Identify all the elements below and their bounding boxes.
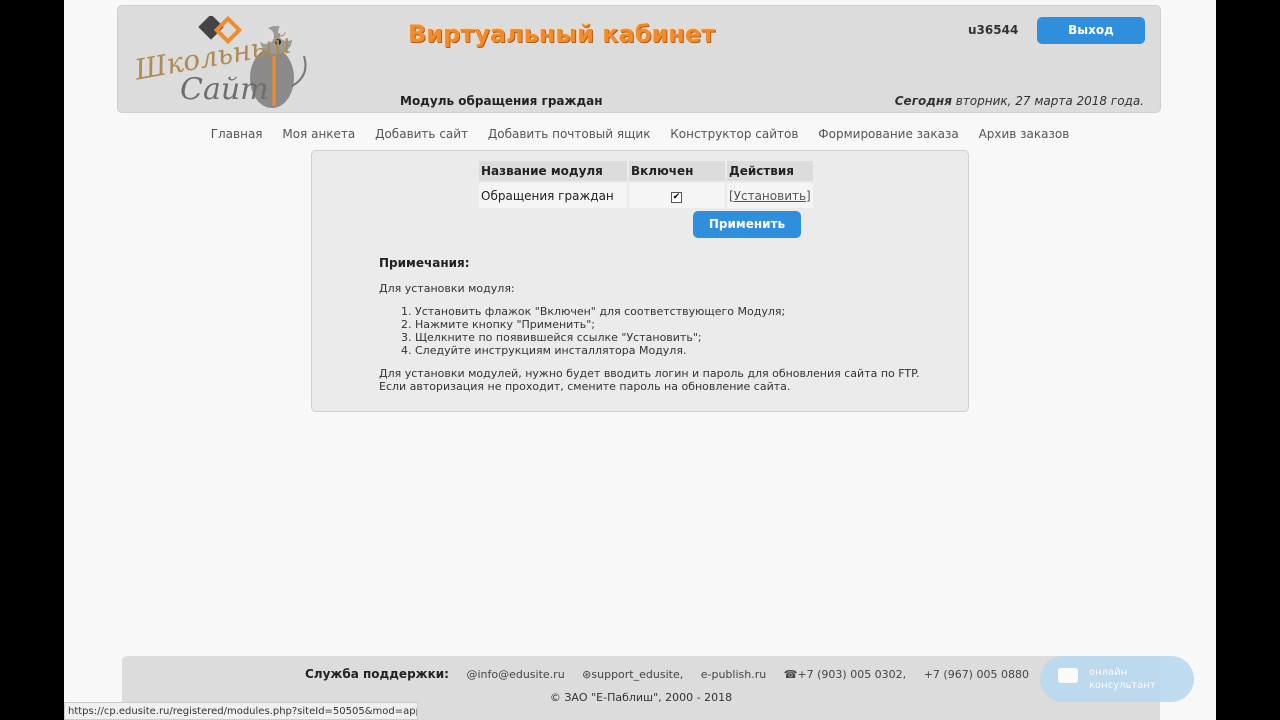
apply-button[interactable]: Применить <box>693 211 801 238</box>
modules-table: Название модуля Включен Действия Обращен… <box>477 159 815 210</box>
list-item: Следуйте инструкциям инсталлятора Модуля… <box>415 344 959 357</box>
notes-outro: Для установки модулей, нужно будет вводи… <box>379 367 959 393</box>
action-cell: [Установить] <box>727 183 813 208</box>
phone-1: ☎+7 (903) 005 0302, <box>784 668 906 681</box>
main-nav: Главная Моя анкета Добавить сайт Добавит… <box>64 127 1216 141</box>
email-text: info@edusite.ru <box>477 668 565 681</box>
skype-link[interactable]: ⊛support_edusite, <box>582 668 683 681</box>
notes-intro: Для установки модуля: <box>379 282 515 295</box>
nav-add-mailbox[interactable]: Добавить почтовый ящик <box>488 127 651 141</box>
current-date: Сегодня вторник, 27 марта 2018 года. <box>895 94 1144 108</box>
list-item: Нажмите кнопку "Применить"; <box>415 318 959 331</box>
notes-section: Примечания: Для установки модуля: Устано… <box>379 256 959 403</box>
browser-status-bar: https://cp.edusite.ru/registered/modules… <box>64 702 418 720</box>
page-title: Виртуальный кабинет <box>408 20 716 48</box>
nav-add-site[interactable]: Добавить сайт <box>375 127 468 141</box>
chat-bubble-icon <box>1058 668 1078 683</box>
list-item: Щелкните по появившейся ссылке "Установи… <box>415 331 959 344</box>
support-label: Служба поддержки: <box>305 667 449 681</box>
logo-text-line2: Сайт <box>180 72 269 107</box>
user-id: u36544 <box>968 23 1019 37</box>
notes-outro-line1: Для установки модулей, нужно будет вводи… <box>379 367 920 380</box>
nav-home[interactable]: Главная <box>211 127 263 141</box>
header: Школьный Сайт Виртуальный кабинет Модуль… <box>117 5 1161 113</box>
notes-outro-line2: Если авторизация не проходит, смените па… <box>379 380 791 393</box>
site-link[interactable]: e-publish.ru <box>701 668 766 681</box>
install-link[interactable]: [Установить] <box>729 189 811 203</box>
col-actions: Действия <box>727 161 813 181</box>
date-text: вторник, 27 марта 2018 года. <box>951 94 1144 108</box>
chat-label-line1: онлайн <box>1089 667 1128 678</box>
logout-button[interactable]: Выход <box>1037 17 1145 44</box>
col-enabled: Включен <box>629 161 725 181</box>
table-header-row: Название модуля Включен Действия <box>479 161 813 181</box>
table-row: Обращения граждан ✔ [Установить] <box>479 183 813 208</box>
nav-order-archive[interactable]: Архив заказов <box>979 127 1070 141</box>
skype-text: support_edusite, <box>591 668 684 681</box>
enabled-cell: ✔ <box>629 183 725 208</box>
notes-heading: Примечания: <box>379 256 470 270</box>
enabled-checkbox[interactable]: ✔ <box>671 192 682 203</box>
chat-label: онлайн консультант <box>1089 666 1156 692</box>
email-link[interactable]: @info@edusite.ru <box>466 668 564 681</box>
module-name-cell: Обращения граждан <box>479 183 627 208</box>
notes-steps: Установить флажок "Включен" для соответс… <box>379 305 959 357</box>
modules-panel: Название модуля Включен Действия Обращен… <box>311 150 969 412</box>
module-subtitle: Модуль обращения граждан <box>400 94 603 108</box>
email-icon: @ <box>466 668 478 681</box>
nav-order[interactable]: Формирование заказа <box>818 127 958 141</box>
page: Школьный Сайт Виртуальный кабинет Модуль… <box>64 0 1216 720</box>
phone-1-text: +7 (903) 005 0302, <box>797 668 907 681</box>
support-contacts: Служба поддержки: @info@edusite.ru ⊛supp… <box>305 667 1043 681</box>
nav-site-builder[interactable]: Конструктор сайтов <box>670 127 798 141</box>
skype-icon: ⊛ <box>582 668 592 681</box>
list-item: Установить флажок "Включен" для соответс… <box>415 305 959 318</box>
phone-icon: ☎ <box>783 668 798 681</box>
nav-profile[interactable]: Моя анкета <box>282 127 355 141</box>
phone-2: +7 (967) 005 0880 <box>923 668 1029 681</box>
online-consultant-button[interactable]: онлайн консультант <box>1040 656 1194 702</box>
chat-label-line2: консультант <box>1089 680 1156 691</box>
site-logo[interactable]: Школьный Сайт <box>132 16 314 112</box>
date-prefix: Сегодня <box>894 94 952 108</box>
col-module-name: Название модуля <box>479 161 627 181</box>
